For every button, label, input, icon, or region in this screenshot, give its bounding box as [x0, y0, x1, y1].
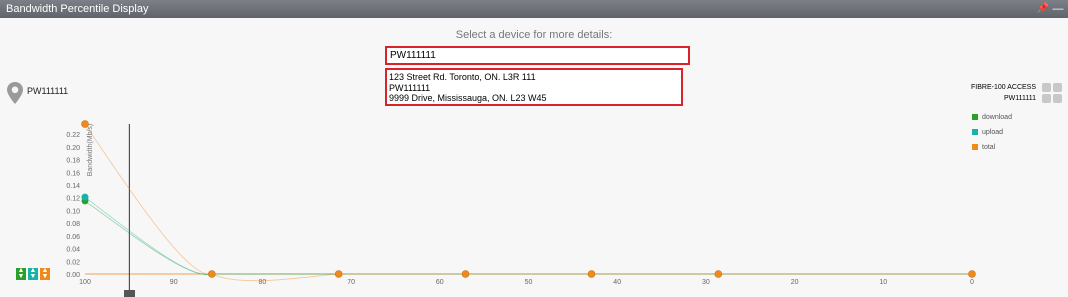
y-tick-label: 0.12 — [66, 196, 80, 203]
x-tick-label: 30 — [702, 279, 710, 286]
legend-swatch — [972, 144, 978, 151]
legend-label: download — [982, 114, 1012, 121]
data-point-total — [461, 270, 470, 278]
x-tick-label: 20 — [791, 279, 799, 286]
y-tick-label: 0.02 — [66, 259, 80, 266]
device-info-line: PW111111 — [389, 82, 431, 93]
x-tick-label: 100 — [79, 279, 91, 286]
pushpin-icon[interactable]: 📌 — [1036, 0, 1050, 18]
data-point-total — [968, 270, 976, 278]
data-point-total — [587, 270, 596, 278]
data-point-download — [81, 197, 89, 205]
device-legend-toggle[interactable] — [1053, 83, 1062, 92]
y-tick-label: 0.10 — [66, 208, 80, 215]
selected-device-name: PW111111 — [27, 86, 69, 96]
data-point-upload — [81, 193, 89, 201]
y-tick-label: 0.18 — [66, 158, 80, 165]
device-legend-label: PW111111 — [1003, 95, 1036, 102]
device-info-line: 123 Street Rd. Toronto, ON. L3R 111 — [389, 72, 536, 82]
minimize-icon[interactable]: — — [1052, 0, 1064, 18]
x-tick-label: 40 — [613, 279, 621, 286]
upload-sort-button[interactable]: ▲ ▼ — [28, 267, 38, 280]
y-tick-label: 0.08 — [66, 221, 80, 228]
x-tick-label: 50 — [525, 279, 533, 286]
total-sort-button[interactable]: ▲ ▼ — [40, 267, 50, 280]
device-select-prompt: Select a device for more details: — [455, 29, 613, 41]
y-tick-label: 0.00 — [66, 272, 80, 279]
data-point-total — [714, 270, 723, 278]
legend-label: total — [982, 144, 996, 151]
legend-swatch — [972, 129, 978, 136]
legend-item-upload[interactable]: upload — [972, 129, 1003, 136]
location-pin-icon — [7, 82, 23, 104]
device-legend-toggle[interactable] — [1042, 83, 1051, 92]
bandwidth-chart: Bandwidth(Mb/s) 0.22 0.20 0.18 0.16 0.14 0.12 0… — [66, 120, 976, 297]
device-legend-label: FIBRE-100 ACCESS — [971, 84, 1036, 91]
window-title: Bandwidth Percentile Display — [6, 3, 149, 15]
x-tick-label: 70 — [347, 279, 355, 286]
y-tick-label: 0.16 — [66, 170, 80, 177]
series-line-download — [84, 200, 972, 276]
cursor-drag-handle[interactable] — [124, 290, 135, 297]
series-line-total — [84, 123, 972, 282]
device-select-input[interactable]: PW111111 — [385, 46, 690, 65]
y-tick-label: 0.20 — [66, 145, 80, 152]
series-line-upload — [84, 196, 972, 276]
x-tick-label: 0 — [970, 279, 974, 286]
device-info-box: 123 Street Rd. Toronto, ON. L3R 111 PW11… — [385, 68, 683, 106]
device-legend-toggle[interactable] — [1053, 94, 1062, 103]
y-tick-label: 0.22 — [66, 132, 80, 139]
x-tick-label: 10 — [879, 279, 887, 286]
y-tick-label: 0.04 — [66, 247, 80, 254]
x-tick-label: 90 — [170, 279, 178, 286]
y-axis-title: Bandwidth(Mb/s) — [87, 124, 94, 177]
device-info-line: 9999 Drive, Mississauga, ON. L23 W45 — [389, 93, 547, 103]
data-point-total — [334, 270, 343, 278]
window-title-bar: Bandwidth Percentile Display 📌 — — [0, 0, 1068, 18]
x-tick-label: 60 — [436, 279, 444, 286]
data-point-total — [81, 120, 89, 128]
legend-item-total[interactable]: total — [972, 144, 995, 151]
download-sort-button[interactable]: ▲ ▼ — [16, 267, 26, 280]
legend-swatch — [972, 114, 978, 121]
legend-item-download[interactable]: download — [972, 114, 1012, 121]
x-tick-label: 80 — [259, 279, 267, 286]
legend-label: upload — [982, 129, 1004, 136]
data-point-total — [208, 270, 216, 278]
device-legend-toggle[interactable] — [1042, 94, 1051, 103]
y-tick-label: 0.14 — [66, 183, 80, 190]
y-tick-label: 0.06 — [66, 234, 80, 241]
